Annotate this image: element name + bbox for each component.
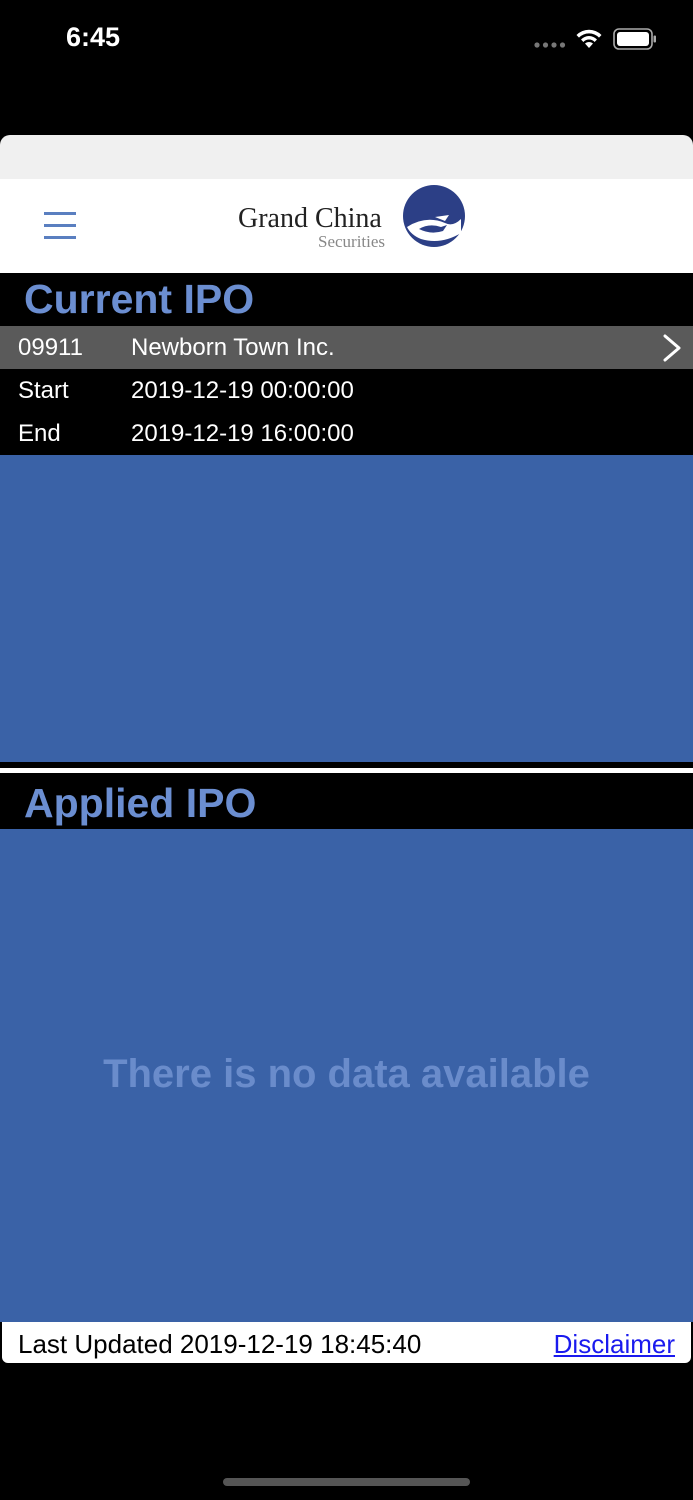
footer-bar: Last Updated 2019-12-19 18:45:40 Disclai… (2, 1322, 691, 1363)
logo-emblem-icon (403, 185, 465, 247)
header-top-strip (0, 135, 693, 179)
start-label: Start (18, 377, 69, 404)
logo-text-securities: Securities (318, 232, 386, 251)
cellular-signal-icon (534, 42, 566, 48)
grand-china-logo: Grand China Securities (236, 183, 468, 253)
status-bar: 6:45 (0, 0, 693, 80)
status-time: 6:45 (66, 22, 121, 52)
chevron-right-icon[interactable] (660, 334, 684, 362)
current-ipo-title: Current IPO (24, 276, 255, 322)
wifi-icon (576, 29, 602, 48)
ipo-row-newborn-town[interactable]: 09911 Newborn Town Inc. (0, 326, 693, 369)
end-value: 2019-12-19 16:00:00 (131, 420, 354, 447)
ipo-start-row: Start 2019-12-19 00:00:00 (0, 369, 693, 412)
ipo-name: Newborn Town Inc. (131, 334, 335, 361)
battery-icon (613, 28, 656, 50)
end-label: End (18, 420, 61, 447)
start-value: 2019-12-19 00:00:00 (131, 377, 354, 404)
disclaimer-link[interactable]: Disclaimer (554, 1329, 675, 1360)
home-indicator[interactable] (223, 1478, 470, 1486)
last-updated-text: Last Updated 2019-12-19 18:45:40 (18, 1329, 422, 1359)
ipo-end-row: End 2019-12-19 16:00:00 (0, 412, 693, 455)
logo-text-grand-china: Grand China (238, 203, 382, 234)
ipo-code: 09911 (18, 334, 83, 361)
section-divider (0, 768, 693, 773)
current-ipo-panel (0, 455, 693, 762)
applied-ipo-title: Applied IPO (24, 780, 257, 826)
empty-state-message: There is no data available (103, 1052, 590, 1096)
hamburger-menu-icon[interactable] (42, 208, 78, 242)
